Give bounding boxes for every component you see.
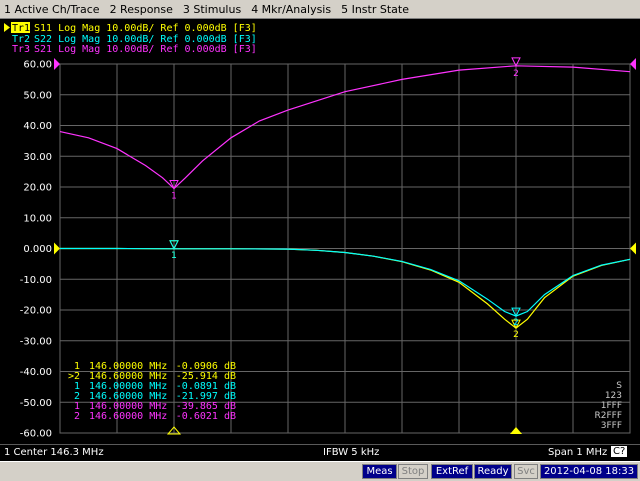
channel-status-label: 123 (605, 391, 622, 401)
tr3-ref-right-icon[interactable] (630, 58, 636, 70)
y-tick-label: 0.000 (23, 244, 52, 255)
marker-label: 1 (171, 192, 177, 202)
y-tick-label: -30.00 (20, 336, 52, 347)
center-frequency[interactable]: 1 Center 146.3 MHz (4, 447, 104, 458)
marker-row-value[interactable]: -0.6021 dB (176, 411, 236, 422)
menu-response[interactable]: 2 Response (106, 3, 179, 16)
if-bandwidth[interactable]: IFBW 5 kHz (323, 447, 379, 458)
ref-level-left-icon[interactable] (54, 242, 60, 255)
channel-status-label: S (616, 381, 622, 391)
y-tick-label: 40.00 (23, 121, 52, 132)
menu-mkr-analysis[interactable]: 4 Mkr/Analysis (247, 3, 337, 16)
channel-status-label: R2FFF (594, 411, 622, 421)
bottom-status-bar: Meas Stop ExtRef Ready Svc 2012-04-08 18… (0, 461, 640, 481)
y-tick-label: 20.00 (23, 183, 52, 194)
marker-label: 1 (171, 251, 177, 261)
status-bar: 1 Center 146.3 MHz IFBW 5 kHz Span 1 MHz… (0, 444, 640, 461)
marker-label: 2 (513, 318, 519, 328)
channel-status-label: 1FFF (601, 401, 622, 411)
marker-label: 2 (513, 330, 519, 340)
y-tick-label: 30.00 (23, 152, 52, 163)
marker-row-freq[interactable]: 146.60000 MHz (89, 411, 167, 422)
measurement-chart: 60.00 50.00 40.00 30.00 20.00 10.00 0.000 -10.0… (4, 22, 636, 440)
extref-indicator: ExtRef (431, 464, 473, 479)
y-tick-label: -50.00 (20, 398, 52, 409)
active-trace-arrow-icon (4, 23, 10, 32)
menu-bar: 1 Active Ch/Trace 2 Response 3 Stimulus … (0, 0, 640, 19)
span-frequency[interactable]: Span 1 MHz (548, 447, 607, 458)
tr3-ref-left-icon[interactable] (54, 58, 60, 70)
ref-level-right-icon[interactable] (630, 242, 636, 255)
y-tick-label: -20.00 (20, 306, 52, 317)
y-tick-label: -10.00 (20, 275, 52, 286)
meas-indicator: Meas (362, 464, 397, 479)
tr3-desc[interactable]: S21 Log Mag 10.00dB/ Ref 0.000dB [F3] (34, 44, 257, 55)
tr1-desc[interactable]: S11 Log Mag 10.00dB/ Ref 0.000dB [F3] (34, 23, 257, 34)
marker-row-id[interactable]: 2 (74, 411, 80, 422)
ready-indicator: Ready (474, 464, 512, 479)
correction-indicator: C? (611, 446, 628, 457)
y-tick-label: -40.00 (20, 367, 52, 378)
tr3-label[interactable]: Tr3 (12, 44, 30, 55)
stimulus-marker-2-icon[interactable] (510, 427, 522, 434)
y-tick-label: 50.00 (23, 90, 52, 101)
stop-indicator: Stop (398, 464, 428, 479)
menu-stimulus[interactable]: 3 Stimulus (179, 3, 247, 16)
y-tick-label: 10.00 (23, 213, 52, 224)
tr1-label: Tr1 (12, 23, 30, 34)
y-tick-label: 60.00 (23, 60, 52, 71)
y-tick-label: -60.00 (20, 429, 52, 440)
marker-label: 2 (513, 69, 519, 79)
menu-instr-state[interactable]: 5 Instr State (337, 3, 415, 16)
svc-indicator: Svc (514, 464, 538, 479)
channel-status-label: 3FFF (601, 421, 622, 431)
datetime-display: 2012-04-08 18:33 (540, 464, 638, 479)
menu-active-ch-trace[interactable]: 1 Active Ch/Trace (0, 3, 106, 16)
